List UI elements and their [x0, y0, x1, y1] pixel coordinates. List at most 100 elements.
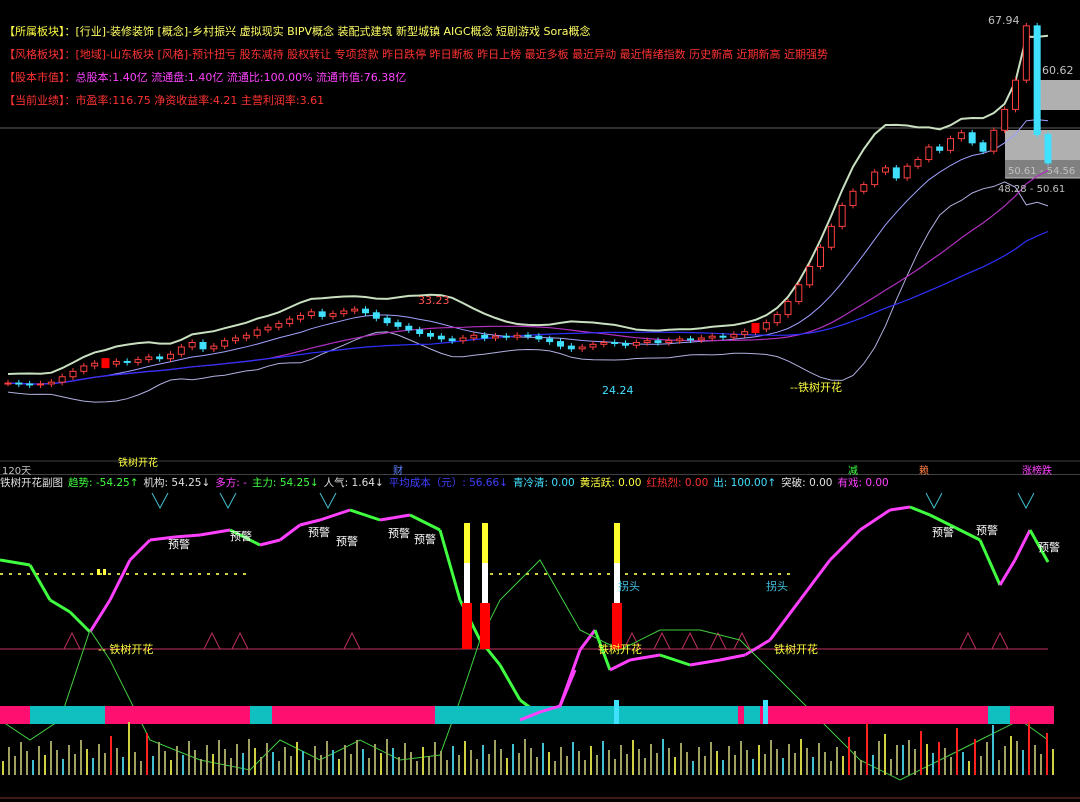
indicator-field-4: 主力: 54.25↓: [251, 477, 319, 489]
band-segment: [988, 706, 1010, 724]
indicator-field-10: 出: 100.00↑: [713, 477, 777, 489]
candle: [936, 146, 944, 151]
candle: [546, 338, 554, 343]
trend-segment: [349, 508, 381, 522]
indicator-field-3: 多方: -: [215, 477, 247, 489]
band-segment: [744, 706, 760, 724]
trend-segment: [689, 658, 721, 667]
signal-bar-red: [612, 603, 622, 649]
volume-bar: [584, 760, 586, 775]
candle: [643, 340, 651, 344]
volume-bar: [836, 747, 838, 775]
volume-line: [0, 559, 1049, 781]
trend-segment: [1013, 529, 1032, 561]
volume-bar: [494, 740, 496, 775]
candle: [849, 190, 857, 206]
dotted-level: [679, 573, 682, 575]
dotted-level: [760, 573, 763, 575]
baseline-triangle: [681, 631, 699, 650]
volume-bar: [116, 748, 118, 775]
baseline-triangle: [709, 631, 727, 650]
dotted-level: [742, 573, 745, 575]
price-range-upper: 50.61 - 54.56: [1008, 166, 1075, 177]
dot-spike: [97, 569, 100, 575]
volume-bar: [842, 756, 844, 775]
volume-bar: [542, 743, 544, 775]
candle: [838, 204, 846, 227]
candle: [957, 132, 965, 140]
candle: [307, 311, 315, 316]
candle: [567, 345, 575, 350]
volume-bar: [356, 740, 358, 775]
dotted-level: [688, 573, 691, 575]
volume-bar: [590, 746, 592, 775]
trend-segment: [768, 599, 802, 641]
volume-bar: [710, 742, 712, 775]
candle: [4, 382, 12, 385]
ma-long-line: [7, 169, 1049, 385]
signal-label: -- 铁树开花: [98, 642, 153, 656]
volume-bar: [416, 761, 418, 775]
signal-marker: [101, 358, 110, 369]
warning-label: 预警: [388, 526, 410, 540]
dotted-level: [90, 573, 93, 575]
signal-bar-red: [480, 603, 490, 649]
candle: [362, 308, 369, 314]
dotted-level: [508, 573, 511, 575]
candle: [177, 346, 185, 355]
candle: [871, 171, 879, 186]
signal-bar-white: [482, 563, 488, 603]
dotted-level: [207, 573, 210, 575]
price-label-high: 67.94: [988, 14, 1020, 27]
volume-bar: [56, 750, 58, 775]
volume-bar: [278, 761, 280, 775]
signal-bar-red: [462, 603, 472, 649]
dotted-level: [751, 573, 754, 575]
volume-bar: [572, 742, 574, 775]
volume-bar: [830, 761, 832, 775]
volume-bar: [248, 739, 250, 775]
volume-bar: [1046, 733, 1048, 775]
dotted-level: [45, 573, 48, 575]
trend-segment: [299, 518, 321, 527]
trend-segment: [519, 669, 577, 722]
bollinger-lower: [7, 181, 1049, 403]
volume-bar: [134, 752, 136, 775]
price-box-upper: [1040, 80, 1080, 110]
baseline-triangle: [991, 631, 1009, 650]
volume-bar: [788, 744, 790, 775]
trend-notch: [151, 492, 169, 510]
candle: [437, 335, 445, 340]
volume-bar: [764, 754, 766, 775]
signal-bar-white: [614, 563, 620, 603]
candle: [47, 381, 55, 385]
volume-bar: [182, 755, 184, 775]
volume-bar: [398, 757, 400, 775]
price-chart[interactable]: 67.94 33.23 24.24 60.62 50.61 - 54.56 48.28 -…: [0, 0, 1080, 475]
turn-label: 拐头: [618, 579, 640, 593]
trend-notch: [319, 492, 337, 510]
candle: [892, 167, 900, 179]
trend-segment: [478, 639, 502, 666]
volume-bar: [470, 750, 472, 775]
candle: [405, 325, 413, 331]
volume-bar: [530, 748, 532, 775]
signal-bar-yellow: [464, 523, 470, 563]
volume-bar: [746, 750, 748, 775]
indicator-field-8: 黄活跃: 0.00: [579, 477, 642, 489]
volume-bar: [440, 751, 442, 775]
dotted-level: [706, 573, 709, 575]
candle: [459, 337, 467, 342]
candle: [383, 317, 391, 324]
baseline-triangle: [653, 631, 671, 650]
volume-bar: [818, 743, 820, 775]
candle: [112, 360, 120, 365]
trend-segment: [49, 598, 71, 614]
baseline-triangle: [203, 631, 221, 650]
dotted-level: [616, 573, 619, 575]
volume-bar: [770, 740, 772, 775]
signal-marker: [751, 322, 760, 333]
signal-bar-yellow: [614, 523, 620, 563]
volume-bar: [284, 747, 286, 775]
trend-segment: [1028, 529, 1050, 563]
